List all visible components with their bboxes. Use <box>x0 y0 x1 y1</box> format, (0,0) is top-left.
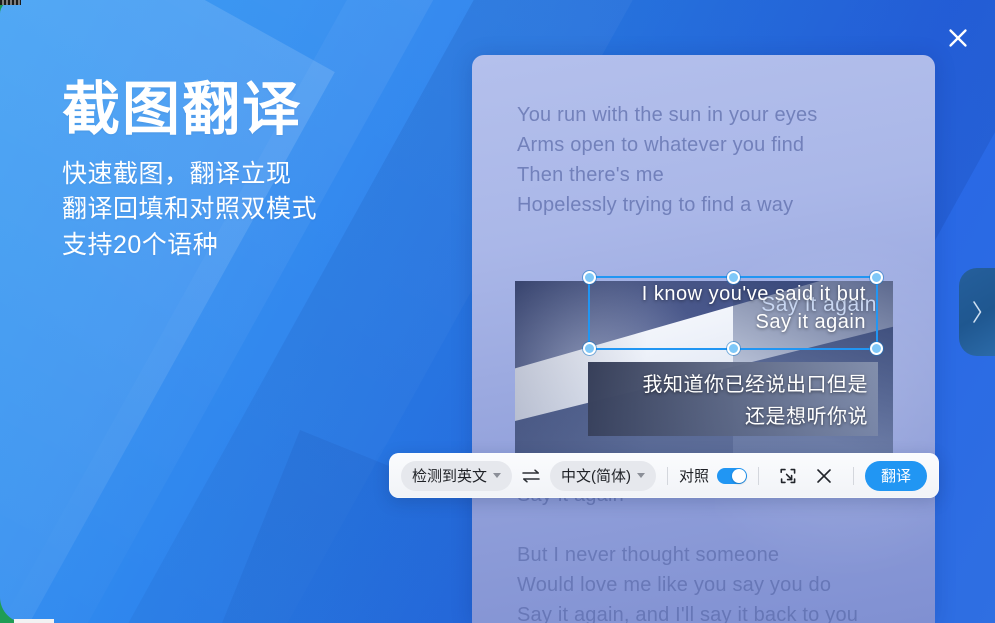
target-language-label: 中文(简体) <box>561 465 631 486</box>
swap-languages-icon[interactable] <box>517 462 545 490</box>
source-language-dropdown[interactable]: 检测到英文 <box>401 461 512 491</box>
selection-handle-bottom-right[interactable] <box>870 342 883 355</box>
lyric-line: You run with the sun in your eyes <box>517 100 925 130</box>
promo-title: 截图翻译 <box>62 78 317 143</box>
app-root: 截图翻译 快速截图，翻译立现 翻译回填和对照双模式 支持20个语种 You ru… <box>0 0 995 623</box>
compare-mode-switch[interactable] <box>717 468 747 484</box>
toolbar-divider <box>853 467 854 485</box>
selection-rectangle[interactable]: I know you've said it but Say it again <box>588 276 878 350</box>
window-close-button[interactable] <box>942 22 974 54</box>
selection-line-2: Say it again <box>755 311 866 334</box>
chevron-right-icon <box>969 297 985 327</box>
result-line-2: 还是想听你说 <box>745 400 868 429</box>
chevron-down-icon <box>493 473 501 478</box>
expand-drawer-tab[interactable] <box>959 268 995 356</box>
translation-result-overlay: 我知道你已经说出口但是 还是想听你说 <box>588 362 878 436</box>
compare-mode-toggle[interactable]: 对照 <box>679 465 747 486</box>
promo-copy: 截图翻译 快速截图，翻译立现 翻译回填和对照双模式 支持20个语种 <box>62 78 317 263</box>
selection-content: I know you've said it but Say it again <box>590 278 876 348</box>
toolbar-divider <box>667 467 668 485</box>
promo-line-1: 快速截图，翻译立现 <box>62 157 317 193</box>
switch-knob <box>732 469 746 483</box>
close-icon <box>946 26 970 50</box>
lyric-line: Say it again, and I'll say it back to yo… <box>517 600 925 623</box>
close-icon[interactable] <box>811 463 837 489</box>
lyric-line: Hopelessly trying to find a way <box>517 190 925 220</box>
source-language-label: 检测到英文 <box>412 465 487 486</box>
selection-handle-top-left[interactable] <box>583 271 596 284</box>
lyric-line: Then there's me <box>517 160 925 190</box>
lyric-line: Arms open to whatever you find <box>517 130 925 160</box>
corner-artifact <box>14 619 54 623</box>
selection-handle-top-right[interactable] <box>870 271 883 284</box>
translate-button[interactable]: 翻译 <box>865 461 927 491</box>
promo-line-2: 翻译回填和对照双模式 <box>62 192 317 228</box>
lyric-line: But I never thought someone <box>517 540 925 570</box>
selection-handle-bottom-middle[interactable] <box>727 342 740 355</box>
toolbar-divider <box>758 467 759 485</box>
lyric-line: Would love me like you say you do <box>517 570 925 600</box>
selection-handle-top-middle[interactable] <box>727 271 740 284</box>
promo-line-3: 支持20个语种 <box>62 228 317 264</box>
capture-artifact <box>0 0 21 5</box>
chevron-down-icon <box>637 473 645 478</box>
compare-mode-label: 对照 <box>679 465 709 486</box>
recapture-icon[interactable] <box>775 463 801 489</box>
translation-toolbar: 检测到英文 中文(简体) 对照 <box>389 453 939 498</box>
lyrics-block-top: You run with the sun in your eyes Arms o… <box>517 100 925 220</box>
selection-handle-bottom-left[interactable] <box>583 342 596 355</box>
selection-line-1: I know you've said it but <box>642 283 866 306</box>
lyrics-block-bottom: Say it again But I never thought someone… <box>517 480 925 623</box>
target-language-dropdown[interactable]: 中文(简体) <box>550 461 656 491</box>
result-line-1: 我知道你已经说出口但是 <box>643 368 869 397</box>
lyric-line <box>517 510 925 540</box>
